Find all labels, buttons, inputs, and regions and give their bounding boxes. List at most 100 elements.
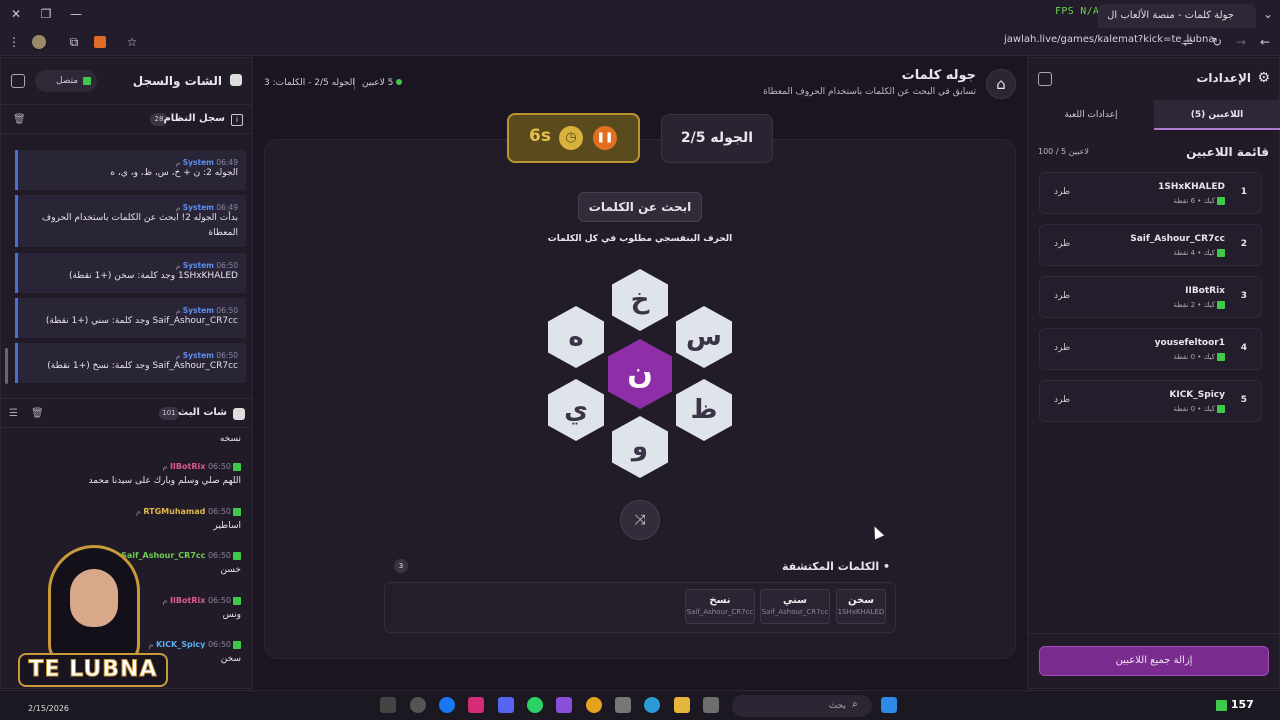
trash-icon[interactable]: 🗑 [13,114,26,125]
shuffle-icon[interactable]: ⤨ [620,500,660,540]
remove-all-players-button[interactable]: إزالة جميع اللاعبين [1039,646,1269,676]
timer-box: ❚❚ ◷ 6s [507,113,640,163]
site-settings-icon[interactable]: ⇌ [1178,32,1198,52]
found-word: سني Saif_Ashour_CR7cc [760,589,830,624]
player-meta: كيك • 0 نقطة [1173,405,1225,413]
instagram-icon[interactable] [468,697,484,713]
kick-button[interactable]: طرد [1054,291,1070,301]
menu-icon[interactable]: ⋮ [4,32,24,52]
players-online: 5 لاعبين [362,78,403,88]
taskbar: 2/15/2026 157 بحث ⌕ [0,690,1280,720]
found-word: سخن 1SHxKHALED [836,589,886,624]
extensions-icon[interactable]: ⧉ [64,32,84,52]
chat-message: RTGMuhamad 06:50 م اساطير [135,507,241,531]
player-name: yousefeltoor1 [1154,338,1225,348]
game-area: الجوله 2/5 - الكلمات: 3 5 لاعبين جوله كل… [254,57,1026,689]
profile-avatar-icon[interactable] [32,35,46,49]
filter-icon[interactable]: ☰ [9,408,18,419]
app-icon[interactable] [556,697,572,713]
panel-title: الإعدادات [1196,71,1251,85]
connection-status: متصل [35,70,97,92]
system-message: System 06:50 م Saif_Ashour_CR7cc وجد كلمة… [15,343,246,383]
chrome-icon[interactable] [586,697,602,713]
chat-count-badge: 101 [159,407,179,420]
file-explorer-icon[interactable] [674,697,690,713]
chat-bubble-icon [233,408,245,420]
taskbar-search[interactable]: بحث [732,695,872,717]
stream-chat-title: شات البث [178,407,227,418]
app-icon[interactable] [380,697,396,713]
round-label: الجوله 2/5 [661,114,773,163]
player-card: 2 Saif_Ashour_CR7cc كيك • 4 نقطة طرد [1039,224,1262,266]
player-card: 1 1SHxKHALED كيك • 6 نقطة طرد [1039,172,1262,214]
kick-button[interactable]: طرد [1054,395,1070,405]
player-meta: كيك • 2 نقطة [1173,301,1225,309]
player-list-title: قائمة اللاعبين [1186,145,1269,159]
bookmark-star-icon[interactable]: ☆ [122,32,142,52]
system-log-header[interactable]: 🗑 28 سجل النظام i [1,104,253,134]
player-name: KICK_Spicy [1169,390,1225,400]
player-rank: 4 [1240,343,1247,353]
app-icon[interactable] [703,697,719,713]
forward-icon[interactable]: → [1231,32,1251,52]
kick-button[interactable]: طرد [1054,239,1070,249]
tab-game-settings[interactable]: إعدادات اللعبة [1028,100,1154,130]
collapse-panel-icon[interactable] [11,74,25,88]
chat-message: IIBotRix 06:50 م اللهم صلي وسلم وبارك على… [88,462,241,486]
collapse-panel-icon[interactable] [1038,72,1052,86]
system-message: System 06:49 م الجوله 2: ن + خ، س، ظ، و، … [15,150,246,190]
kick-button[interactable]: طرد [1054,343,1070,353]
log-icon: i [231,114,243,126]
scrollbar[interactable] [5,348,8,384]
status-text: متصل [55,76,79,86]
player-rank: 5 [1240,395,1247,405]
kick-button[interactable]: طرد [1054,187,1070,197]
divider [354,78,355,90]
browser-tab[interactable]: جولة كلمات - منصة الألعاب ال [1098,4,1256,28]
streamer-logo: TE LUBNA [18,545,168,695]
logo-text: TE LUBNA [18,653,168,687]
tab-search-icon[interactable]: ⌄ [1258,4,1278,24]
tab-players[interactable]: اللاعبين (5) [1154,100,1280,130]
trash-icon[interactable]: 🗑 [31,408,44,419]
page-title: جوله كلمات [901,68,976,83]
home-icon[interactable]: ⌂ [986,69,1016,99]
system-message: System 06:49 م بدأت الجوله 2! ابحث عن الك… [15,195,246,247]
player-card: 3 IIBotRix كيك • 2 نقطة طرد [1039,276,1262,318]
player-meta: كيك • 6 نقطة [1173,197,1225,205]
extension-badge-icon[interactable] [94,36,106,48]
back-icon[interactable]: ← [1255,32,1275,52]
logo-face [70,569,118,627]
search-icon: ⌕ [852,699,858,710]
discord-icon[interactable] [498,697,514,713]
panel-title: الشات والسجل [132,74,222,88]
player-card: 5 KICK_Spicy كيك • 0 نقطة طرد [1039,380,1262,422]
settings-panel: الإعدادات ⚙ إعدادات اللعبة اللاعبين (5) … [1027,57,1280,689]
stream-chat-header[interactable]: ☰ 🗑 101 شات البث [1,398,253,428]
player-rank: 1 [1240,187,1247,197]
pause-icon[interactable]: ❚❚ [593,126,617,150]
found-word: نسخ Saif_Ashour_CR7cc [685,589,755,624]
app-icon[interactable] [410,697,426,713]
whatsapp-icon[interactable] [527,697,543,713]
kick-viewer-count: 157 [1214,698,1254,711]
close-window-icon[interactable]: ✕ [6,4,26,24]
system-log-title: سجل النظام [163,113,225,124]
store-icon[interactable] [615,697,631,713]
chat-bubble-icon [230,74,242,86]
divider [1028,633,1280,634]
capacity-text: 100 / 5 لاعبين [1038,147,1089,156]
player-meta: كيك • 0 نقطة [1173,353,1225,361]
maximize-window-icon[interactable]: ❐ [36,4,56,24]
facebook-icon[interactable] [439,697,455,713]
browser-titlebar: ✕ ❐ — FPS N/A GPU 6% CPU 18% LAT N/A جول… [0,0,1280,28]
instruction-title: ابحث عن الكلمات [578,192,702,222]
reload-icon[interactable]: ↻ [1207,32,1227,52]
edge-icon[interactable] [644,697,660,713]
minimize-window-icon[interactable]: — [66,4,86,24]
clock-date: 2/15/2026 [28,704,70,713]
chat-message: نسخه [219,434,241,444]
windows-start-icon[interactable] [881,697,897,713]
page-subtitle: تسابق في البحث عن الكلمات باستخدام الحرو… [763,87,976,97]
player-rank: 2 [1240,239,1247,249]
